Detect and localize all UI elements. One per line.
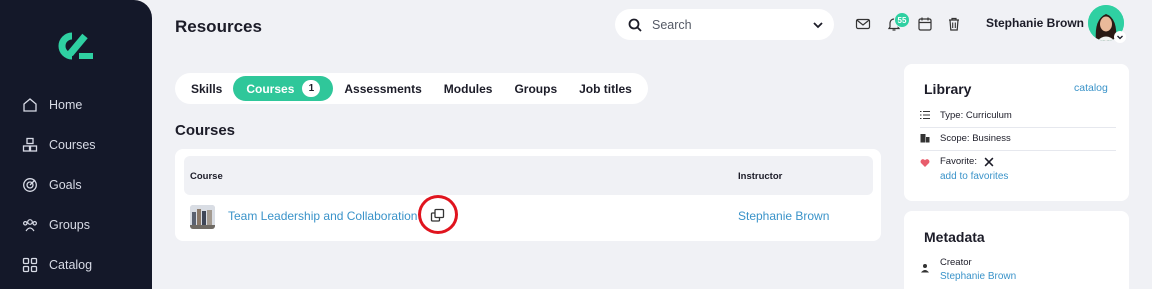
heart-icon [920, 159, 930, 167]
tab-count-badge: 1 [302, 80, 321, 97]
section-title: Courses [175, 122, 236, 139]
metadata-card: Metadata Creator Stephanie Brown [904, 211, 1129, 289]
sidebar-item-label: Groups [49, 218, 90, 232]
highlight-circle [418, 195, 458, 234]
search-input[interactable]: Search [615, 9, 834, 40]
building-icon [920, 134, 930, 143]
user-name[interactable]: Stephanie Brown [986, 16, 1084, 30]
favorite-label: Favorite: [940, 156, 977, 167]
tab-label: Job titles [579, 81, 632, 96]
tab-label: Skills [191, 81, 223, 96]
library-type: Type: Curriculum [940, 110, 1012, 121]
notification-badge: 55 [894, 12, 910, 28]
courses-table: Course Instructor Team Leadership and Co… [175, 149, 881, 241]
library-title: Library [924, 81, 972, 97]
library-card: Library catalog Type: Curriculum Scope: … [904, 64, 1129, 201]
course-thumbnail [190, 205, 215, 229]
course-link[interactable]: Team Leadership and Collaboration [228, 209, 417, 223]
sidebar-item-groups[interactable]: Groups [22, 217, 90, 233]
page-title: Resources [175, 17, 262, 36]
avatar-chevron-icon[interactable] [1114, 31, 1126, 43]
tab-label: Courses [246, 81, 295, 96]
sidebar-item-label: Home [49, 98, 83, 112]
tab-label: Assessments [344, 81, 422, 96]
sidebar-item-courses[interactable]: Courses [22, 137, 96, 153]
library-favorite-row: Favorite: add to favorites [920, 156, 1116, 182]
calendar-icon[interactable] [917, 16, 933, 32]
mail-icon[interactable] [855, 16, 871, 32]
column-header-course: Course [190, 171, 223, 182]
sidebar-item-home[interactable]: Home [22, 97, 82, 113]
tab-courses[interactable]: Courses 1 [233, 76, 334, 101]
chevron-down-icon[interactable] [812, 19, 824, 31]
sidebar-item-label: Courses [49, 138, 96, 152]
creator-link[interactable]: Stephanie Brown [940, 271, 1016, 282]
sidebar: Home Courses Goals Groups Catalog [0, 0, 152, 289]
sidebar-item-goals[interactable]: Goals [22, 177, 82, 193]
add-to-favorites-link[interactable]: add to favorites [940, 171, 1008, 182]
groups-icon [22, 219, 38, 232]
resource-tabs: Skills Courses 1 Assessments Modules Gro… [175, 73, 648, 104]
library-scope: Scope: Business [940, 133, 1011, 144]
trash-icon[interactable] [946, 16, 962, 32]
sidebar-item-label: Catalog [49, 258, 93, 272]
tab-assessments[interactable]: Assessments [333, 76, 432, 101]
close-icon[interactable] [984, 157, 994, 167]
tab-job-titles[interactable]: Job titles [568, 76, 643, 101]
catalog-icon [22, 257, 38, 273]
tab-label: Modules [443, 81, 493, 96]
creator-label: Creator [940, 257, 972, 268]
user-icon [921, 264, 929, 273]
sidebar-item-label: Goals [49, 178, 82, 192]
tab-label: Groups [514, 81, 558, 96]
courses-icon [22, 137, 38, 152]
logo-icon[interactable] [55, 30, 97, 62]
tab-skills[interactable]: Skills [180, 76, 233, 101]
list-icon [920, 110, 930, 120]
instructor-link[interactable]: Stephanie Brown [738, 209, 829, 223]
goals-icon [23, 178, 37, 192]
creator-row: Creator Stephanie Brown [920, 257, 1116, 282]
library-scope-row: Scope: Business [920, 133, 1116, 151]
metadata-title: Metadata [924, 229, 985, 245]
tab-groups[interactable]: Groups [503, 76, 568, 101]
search-placeholder: Search [652, 17, 692, 32]
tab-modules[interactable]: Modules [433, 76, 504, 101]
table-header: Course Instructor [184, 156, 873, 195]
sidebar-item-catalog[interactable]: Catalog [22, 257, 92, 273]
search-icon [628, 18, 642, 32]
library-type-row: Type: Curriculum [920, 110, 1116, 128]
home-icon [23, 98, 37, 112]
catalog-link[interactable]: catalog [1074, 82, 1108, 94]
column-header-instructor: Instructor [738, 171, 783, 182]
